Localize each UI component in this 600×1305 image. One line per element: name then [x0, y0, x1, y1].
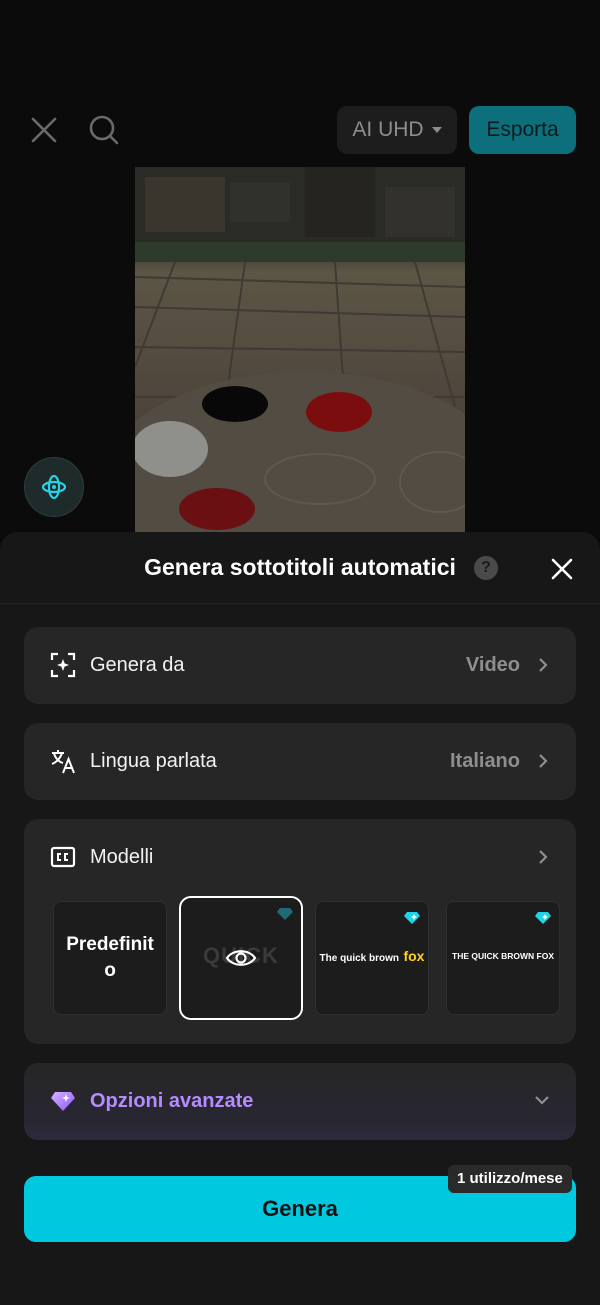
- sparkle-scan-icon: [50, 652, 76, 678]
- close-icon[interactable]: [545, 552, 579, 586]
- chevron-right-icon: [539, 754, 548, 768]
- diamond-icon: [535, 912, 551, 924]
- search-icon[interactable]: [82, 108, 126, 152]
- template-uppercase[interactable]: THE QUICK BROWN FOX: [446, 901, 560, 1015]
- closed-caption-icon: [50, 844, 76, 870]
- close-icon[interactable]: [22, 108, 66, 152]
- eye-icon: [225, 950, 257, 966]
- generate-from-row[interactable]: Genera da Video: [24, 627, 576, 704]
- ai-assist-button[interactable]: [24, 457, 84, 517]
- template-preview-text: The quick brown: [319, 953, 399, 964]
- templates-card: Modelli Predefinit o QUICK The quick bro…: [24, 819, 576, 1044]
- help-icon[interactable]: ?: [474, 556, 498, 580]
- divider: [0, 603, 600, 604]
- advanced-options-row[interactable]: Opzioni avanzate: [24, 1063, 576, 1140]
- template-preview: The quick brown fox: [316, 948, 428, 966]
- video-preview: [135, 167, 465, 542]
- template-highlight-word: fox: [403, 948, 425, 964]
- chevron-right-icon: [539, 658, 548, 672]
- template-preview-text: THE QUICK BROWN FOX: [452, 951, 554, 961]
- templates-label[interactable]: Modelli: [90, 846, 153, 869]
- row-value: Video: [465, 654, 520, 676]
- diamond-icon: [404, 912, 420, 924]
- row-label: Genera da: [90, 654, 185, 676]
- template-default[interactable]: Predefinit o: [53, 901, 167, 1015]
- row-label: Lingua parlata: [90, 750, 217, 772]
- sheet-title: Genera sottotitoli automatici: [144, 554, 456, 580]
- advanced-options-label: Opzioni avanzate: [90, 1090, 254, 1112]
- chevron-down-icon: [535, 1096, 549, 1105]
- quality-label: AI UHD: [352, 118, 424, 141]
- template-quick[interactable]: QUICK: [179, 896, 303, 1020]
- diamond-icon: [50, 1088, 76, 1114]
- usage-badge: 1 utilizzo/mese: [448, 1165, 572, 1193]
- export-button[interactable]: Esporta: [469, 106, 576, 154]
- row-value: Italiano: [449, 750, 520, 772]
- orbit-icon: [41, 474, 67, 500]
- template-quick-brown-fox[interactable]: The quick brown fox: [315, 901, 429, 1015]
- chevron-right-icon[interactable]: [536, 849, 550, 865]
- diamond-icon: [277, 908, 293, 920]
- caret-down-icon: [431, 127, 442, 133]
- spoken-language-row[interactable]: Lingua parlata Italiano: [24, 723, 576, 800]
- template-label: Predefinit o: [66, 934, 154, 981]
- quality-dropdown[interactable]: AI UHD: [337, 106, 457, 154]
- translate-icon: [50, 748, 76, 774]
